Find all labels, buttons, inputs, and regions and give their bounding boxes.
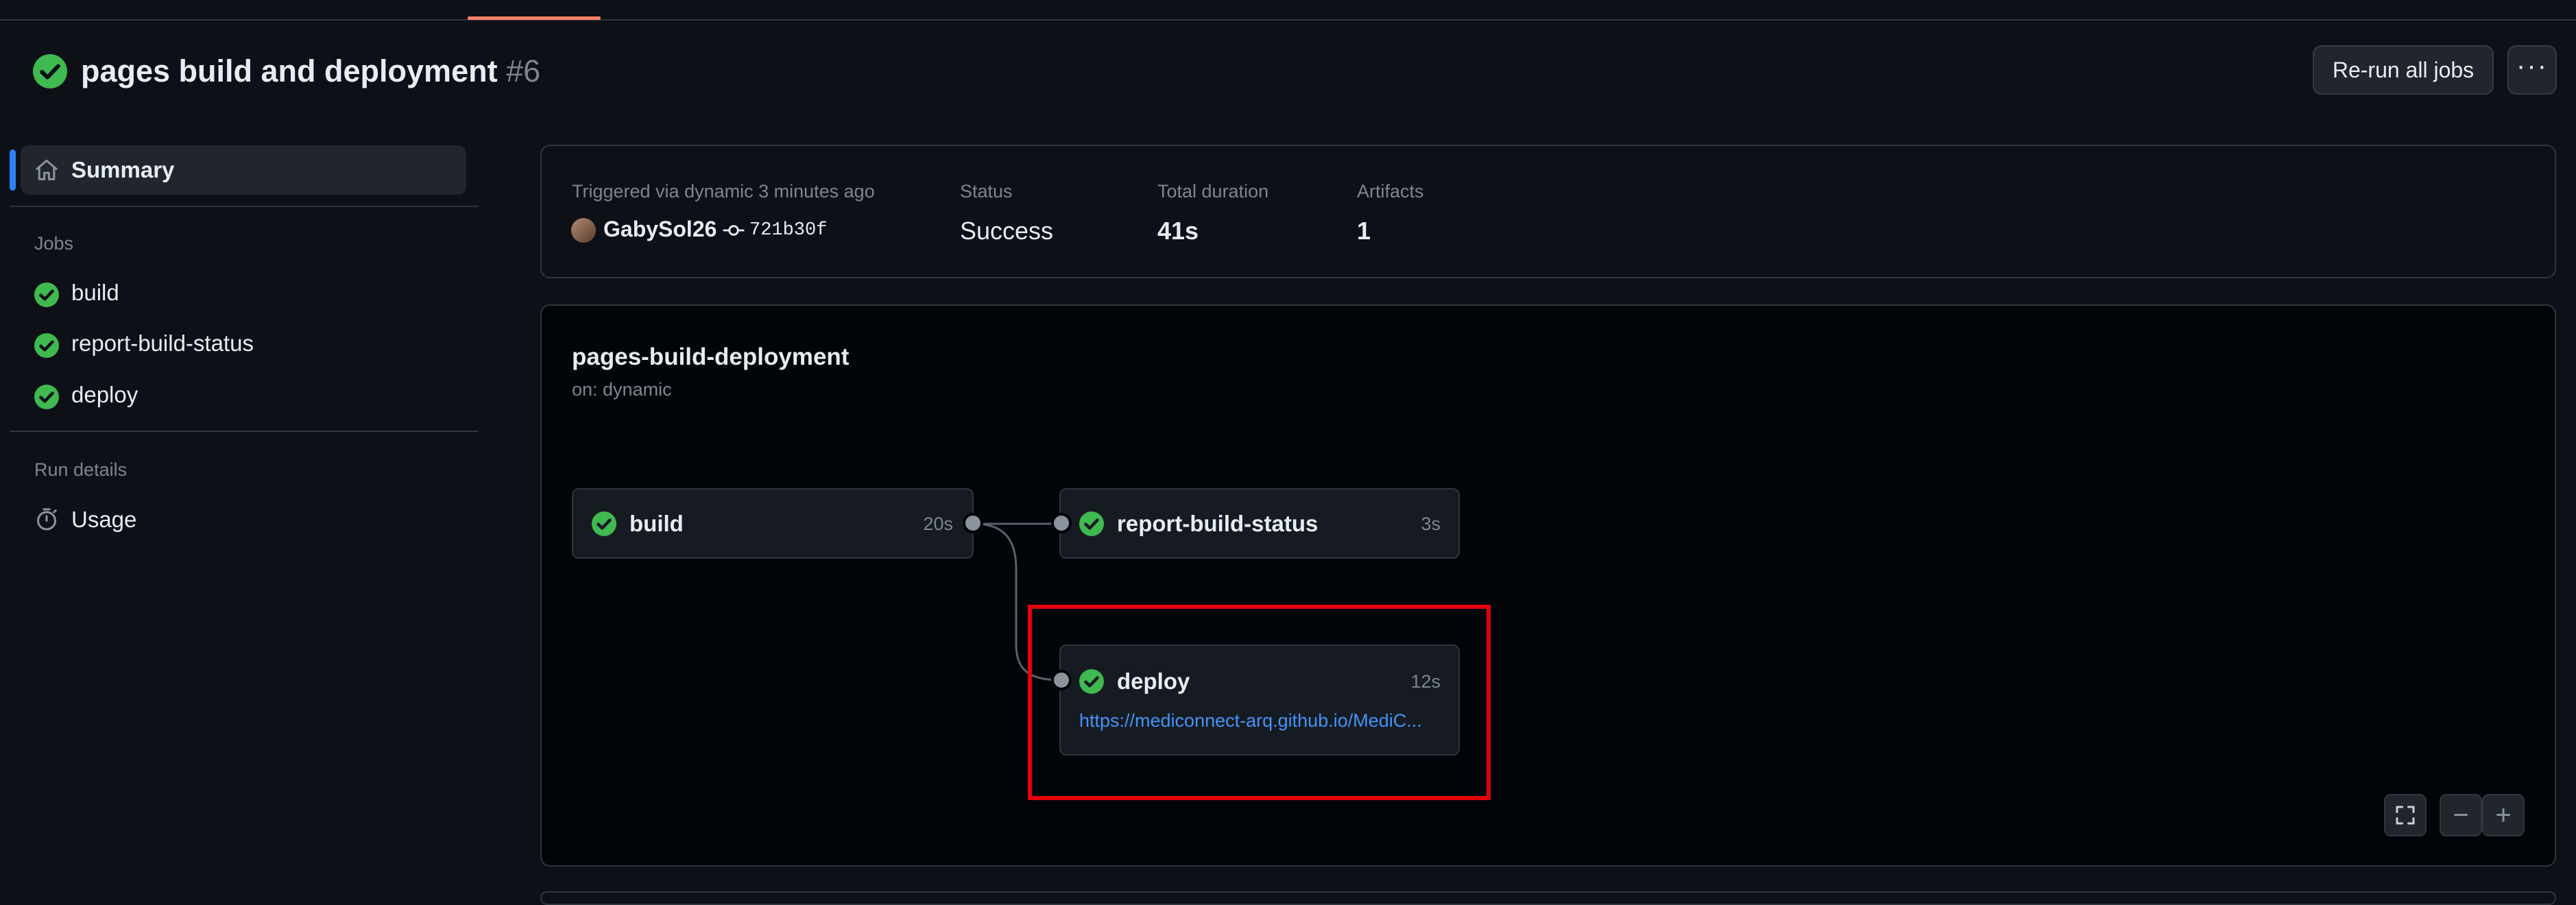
active-item-indicator [10, 149, 16, 191]
page-title: pages build and deployment #6 [81, 53, 540, 89]
workflow-graph-panel [540, 304, 2556, 867]
connector-dot [963, 513, 983, 533]
success-check-icon [1079, 511, 1104, 536]
duration-value: 41s [1157, 217, 1199, 245]
job-node-label: build [629, 511, 684, 536]
commit-sha-link[interactable]: 721b30f [749, 220, 827, 241]
sidebar-divider [10, 431, 479, 432]
sidebar-divider [10, 206, 479, 207]
avatar[interactable] [571, 218, 596, 243]
sidebar-item-label: Summary [71, 157, 175, 182]
rerun-all-jobs-button[interactable]: Re-run all jobs [2313, 45, 2494, 95]
run-summary-panel [540, 145, 2556, 278]
sidebar-item-label: deploy [71, 382, 139, 407]
top-nav-divider [0, 19, 2576, 21]
fullscreen-icon [2396, 806, 2415, 825]
sidebar-item-deploy[interactable]: deploy [21, 379, 466, 411]
artifacts-label: Artifacts [1357, 181, 1424, 202]
triggered-info: Triggered via dynamic 3 minutes ago [572, 181, 875, 202]
duration-label: Total duration [1157, 181, 1269, 202]
run-title-text: pages build and deployment [81, 53, 498, 88]
job-node-duration: 3s [1421, 514, 1441, 534]
next-panel-edge [540, 891, 2556, 905]
sidebar-item-build[interactable]: build [21, 277, 466, 309]
artifacts-value[interactable]: 1 [1357, 217, 1371, 245]
sidebar-item-report-build-status[interactable]: report-build-status [21, 328, 466, 359]
git-commit-icon [722, 221, 745, 240]
highlight-box [1028, 605, 1491, 800]
sidebar-item-label: build [71, 280, 119, 305]
workflow-trigger: on: dynamic [572, 379, 672, 400]
home-icon [33, 156, 60, 184]
job-node-report-build-status[interactable]: report-build-status 3s [1059, 488, 1460, 559]
success-check-icon [34, 333, 59, 358]
sidebar-item-label: report-build-status [71, 330, 254, 356]
success-check-icon [592, 511, 616, 536]
connector-dot [1051, 513, 1072, 533]
status-value: Success [960, 217, 1054, 245]
more-options-button[interactable]: ··· [2507, 45, 2557, 95]
job-node-build[interactable]: build 20s [572, 488, 974, 559]
job-node-label: report-build-status [1117, 511, 1319, 536]
status-label: Status [960, 181, 1013, 202]
jobs-heading: Jobs [34, 233, 74, 254]
actor-link[interactable]: GabySol26 [603, 217, 717, 242]
success-check-icon [34, 282, 59, 307]
zoom-in-button[interactable]: + [2482, 794, 2525, 836]
success-check-icon [34, 385, 59, 409]
sidebar-item-usage[interactable]: Usage [21, 503, 466, 537]
workflow-name: pages-build-deployment [572, 343, 850, 370]
fullscreen-button[interactable] [2384, 794, 2427, 836]
run-details-heading: Run details [34, 459, 128, 480]
run-number: #6 [506, 53, 541, 88]
sidebar-item-label: Usage [71, 507, 137, 532]
zoom-out-button[interactable]: − [2440, 794, 2482, 836]
success-check-icon [33, 54, 67, 88]
active-tab-indicator [468, 16, 601, 20]
stopwatch-icon [33, 505, 60, 533]
job-node-duration: 20s [923, 514, 953, 534]
